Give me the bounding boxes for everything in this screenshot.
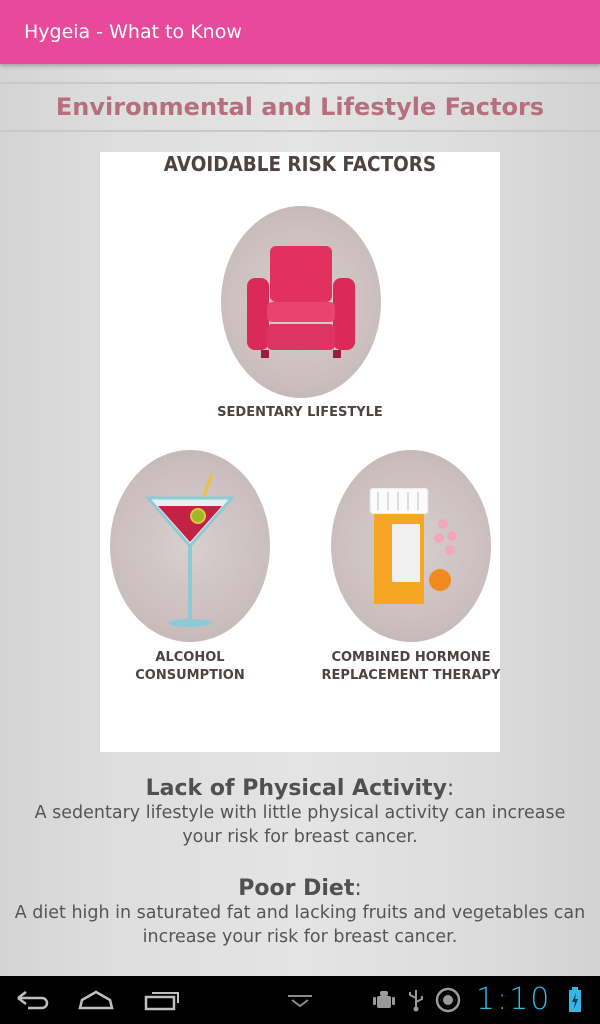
factor-poor-diet: Poor Diet: A diet high in saturated fat … [0,876,600,949]
factor-heading-text: Lack of Physical Activity [145,776,447,801]
recent-apps-icon [144,992,179,1011]
keyboard-hide-icon [288,995,312,1008]
sync-icon [435,987,461,1013]
battery-icon [569,987,581,1012]
factor-heading-colon: : [446,776,455,801]
hormone-label: COMBINED HORMONE REPLACEMENT THERAPY [321,649,501,685]
martini-glass-icon [144,473,236,627]
sedentary-label: SEDENTARY LIFESTYLE [217,405,383,420]
alcohol-label: ALCOHOL CONSUMPTION [135,650,245,683]
android-debug-icon [373,991,395,1008]
section-header: Environmental and Lifestyle Factors [0,82,600,132]
usb-status [406,976,426,1024]
back-icon [17,991,49,1010]
android-debug-status [372,976,396,1024]
back-button[interactable] [8,976,56,1024]
section-title: Environmental and Lifestyle Factors [55,93,545,121]
infographic-title: AVOIDABLE RISK FACTORS [163,152,437,176]
risk-factors-infographic: AVOIDABLE RISK FACTORS SEDENTARY LIFESTY… [100,152,500,752]
recent-apps-button[interactable] [138,976,186,1024]
keyboard-hide-button[interactable] [280,976,320,1024]
hormone-label-line2: REPLACEMENT THERAPY [321,668,501,683]
factor-body: A sedentary lifestyle with little physic… [34,803,566,847]
battery-status [568,976,582,1024]
factor-physical-activity: Lack of Physical Activity: A sedentary l… [0,776,600,849]
app-title: Hygeia - What to Know [24,21,242,43]
home-button[interactable] [72,976,120,1024]
status-clock: 1:10 [476,982,552,1017]
factor-heading-colon: : [354,876,362,901]
armchair-icon [247,246,355,358]
system-navigation-bar: 1:10 [0,976,600,1024]
factor-heading: Lack of Physical Activity: [0,776,600,801]
home-icon [78,990,114,1010]
app-bar: Hygeia - What to Know [0,0,600,64]
factor-body: A diet high in saturated fat and lacking… [14,903,586,947]
sync-status [434,976,462,1024]
factor-heading-text: Poor Diet [238,876,355,901]
hormone-label-line1: COMBINED HORMONE [331,650,491,665]
factor-heading: Poor Diet: [0,876,600,901]
content-scroll-area[interactable]: Environmental and Lifestyle Factors AVOI… [0,64,600,976]
pill-bottle-icon [369,488,457,604]
usb-icon [409,990,423,1012]
